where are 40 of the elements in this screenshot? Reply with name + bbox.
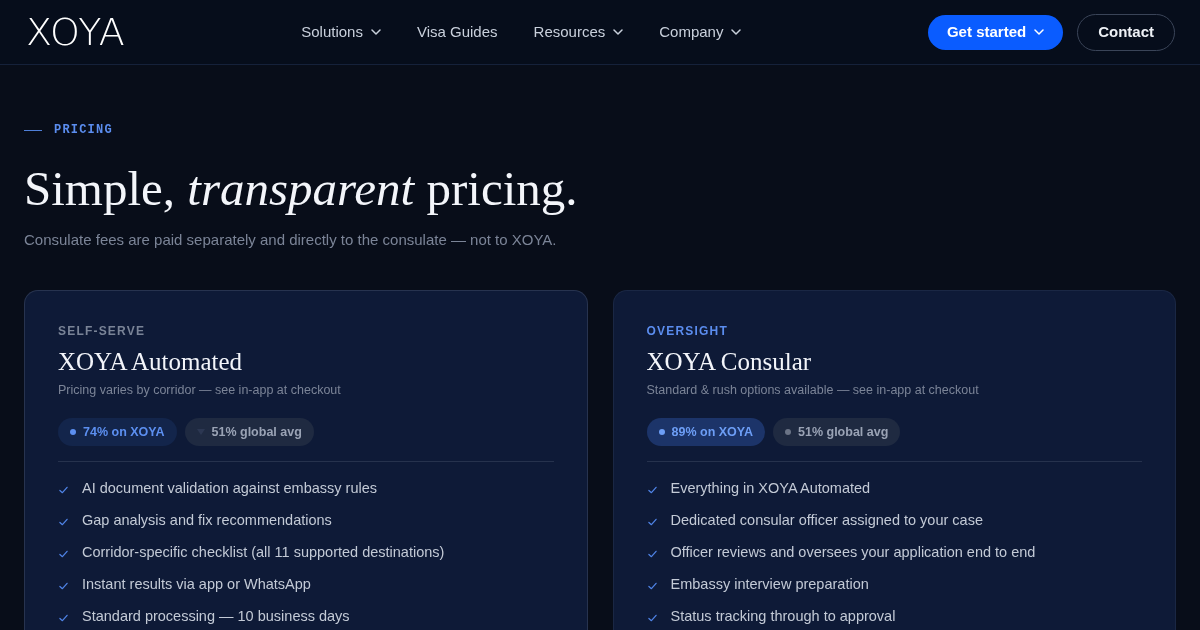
stat-badge: 51% global avg <box>773 418 901 446</box>
feature-text: Embassy interview preparation <box>670 575 869 594</box>
feature-text: Gap analysis and fix recommendations <box>82 511 332 530</box>
feature-text: Dedicated consular officer assigned to your case <box>670 511 983 530</box>
nav-link[interactable]: Visa Guides <box>416 22 498 42</box>
section-eyebrow: PRICING <box>54 122 113 138</box>
get-started-button[interactable]: Get started <box>927 14 1064 50</box>
check-icon <box>59 485 68 494</box>
feature-text: AI document validation against embassy rules <box>82 479 377 498</box>
check-icon <box>59 581 68 590</box>
check-icon <box>59 613 68 622</box>
nav-link[interactable]: Resources <box>533 22 624 42</box>
stat-badge: 51% global avg <box>184 418 314 446</box>
feature-text: Corridor-specific checklist (all 11 supported destinations) <box>82 543 445 562</box>
logo[interactable]: XOYA <box>26 12 126 52</box>
feature-text: Officer reviews and oversees your application end to end <box>670 543 1036 562</box>
check-icon <box>59 517 68 526</box>
check-icon <box>647 485 657 494</box>
check-icon <box>59 549 68 558</box>
plan-tier-label: SELF-SERVE <box>58 323 147 339</box>
plan-note: Pricing varies by corridor — see in-app at checkout <box>58 382 342 399</box>
check-icon <box>647 517 657 526</box>
page-subtitle: Consulate fees are paid separately and directly to the consulate — not to XOYA. <box>24 230 558 250</box>
feature-text: Status tracking through to approval <box>670 607 896 626</box>
stat-badge: 89% on XOYA <box>646 418 765 446</box>
feature-text: Instant results via app or WhatsApp <box>82 575 311 594</box>
plan-name: XOYA Consular <box>646 347 813 377</box>
nav-link[interactable]: Company <box>659 22 742 42</box>
eyebrow-rule <box>24 129 42 131</box>
feature-text: Standard processing — 10 business days <box>82 607 350 626</box>
nav-link[interactable]: Solutions <box>301 22 381 42</box>
check-icon <box>647 549 657 558</box>
check-icon <box>647 613 657 622</box>
feature-text: Everything in XOYA Automated <box>670 479 871 498</box>
plan-note: Standard & rush options available — see in-app at checkout <box>646 382 980 399</box>
check-icon <box>647 581 657 590</box>
stat-badge: 74% on XOYA <box>58 418 177 446</box>
page-heading: Simple, transparent pricing. <box>24 161 579 217</box>
plan-tier-label: OVERSIGHT <box>646 323 729 339</box>
plan-name: XOYA Automated <box>58 347 244 377</box>
